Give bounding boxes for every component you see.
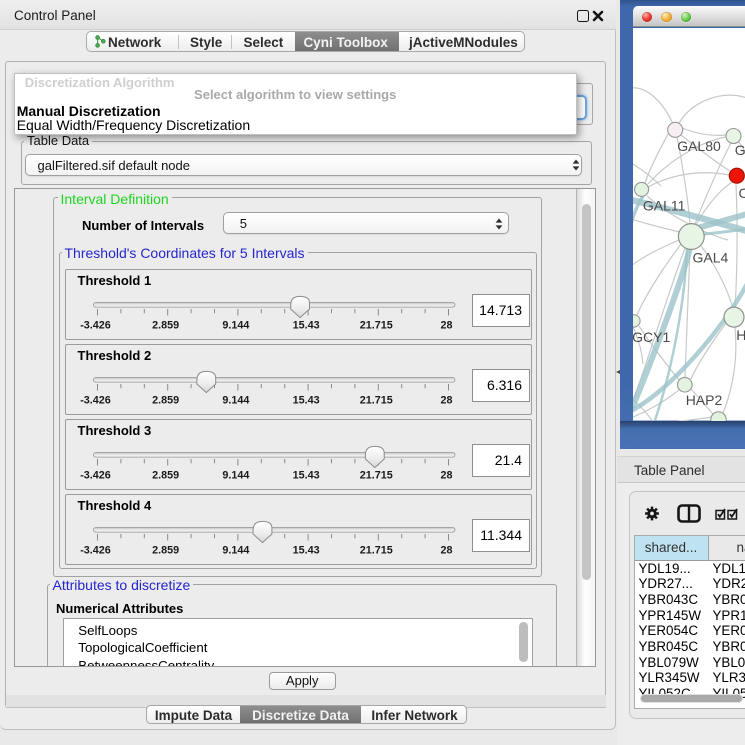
svg-text:H: H (736, 327, 745, 343)
svg-text:28: 28 (440, 394, 452, 406)
svg-text:28: 28 (440, 319, 452, 331)
svg-text:15.43: 15.43 (293, 469, 320, 481)
svg-text:HAP2: HAP2 (685, 392, 722, 408)
svg-text:28: 28 (440, 544, 452, 556)
svg-text:GAL11: GAL11 (642, 198, 685, 214)
svg-text:-3.426: -3.426 (80, 394, 111, 406)
svg-text:28: 28 (440, 469, 452, 481)
svg-text:9.144: 9.144 (222, 469, 249, 481)
svg-text:GAL: GAL (734, 142, 745, 158)
svg-text:21.715: 21.715 (360, 394, 393, 406)
svg-text:C: C (738, 185, 745, 201)
svg-text:GCY1: GCY1 (633, 329, 670, 345)
svg-text:-3.426: -3.426 (80, 469, 111, 481)
svg-text:21.715: 21.715 (360, 319, 393, 331)
svg-text:21.715: 21.715 (360, 544, 393, 556)
svg-text:15.43: 15.43 (293, 544, 320, 556)
svg-text:GAL80: GAL80 (677, 138, 721, 154)
svg-text:-3.426: -3.426 (80, 544, 111, 556)
svg-text:15.43: 15.43 (293, 394, 320, 406)
svg-text:GAL4: GAL4 (692, 250, 728, 266)
svg-text:2.859: 2.859 (152, 319, 179, 331)
svg-text:2.859: 2.859 (152, 394, 179, 406)
svg-text:2.859: 2.859 (152, 544, 179, 556)
svg-text:9.144: 9.144 (222, 544, 249, 556)
svg-text:9.144: 9.144 (222, 394, 249, 406)
svg-text:15.43: 15.43 (293, 319, 320, 331)
svg-text:21.715: 21.715 (360, 469, 393, 481)
svg-text:-3.426: -3.426 (80, 319, 111, 331)
svg-text:2.859: 2.859 (152, 469, 179, 481)
svg-text:9.144: 9.144 (222, 319, 249, 331)
